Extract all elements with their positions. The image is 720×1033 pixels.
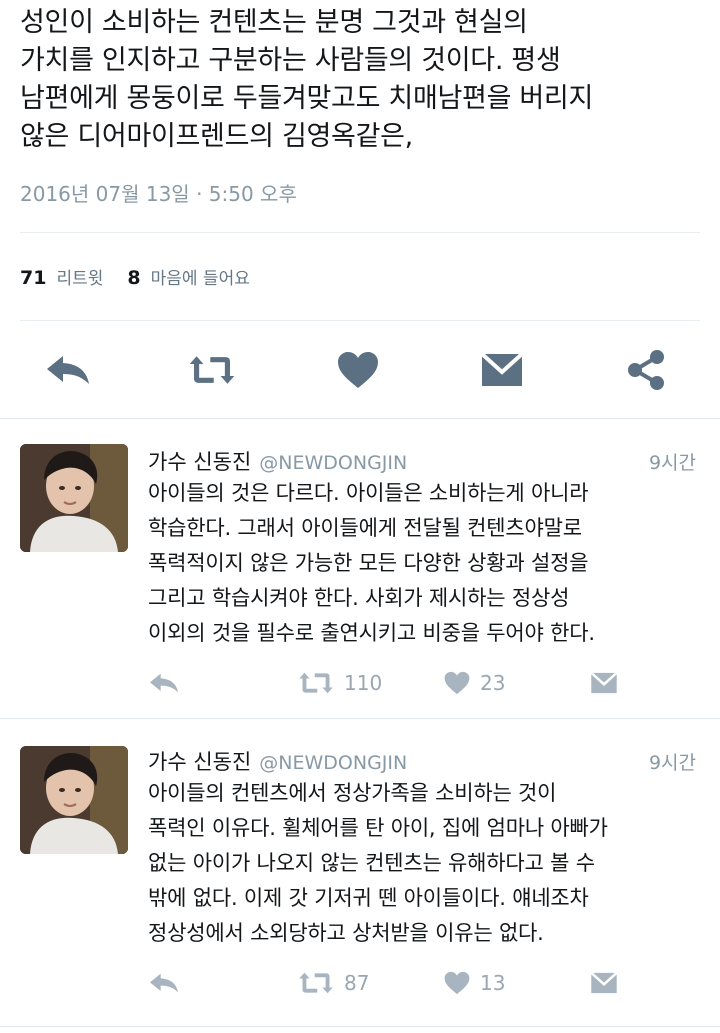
reply-time[interactable]: 9시간 bbox=[649, 448, 696, 475]
message-icon[interactable] bbox=[590, 968, 618, 998]
reply-author-handle[interactable]: @NEWDONGJIN bbox=[259, 752, 407, 774]
retweet-count[interactable]: 71 bbox=[20, 267, 46, 289]
divider bbox=[20, 320, 700, 321]
reply-retweet-count: 110 bbox=[344, 671, 383, 695]
message-icon[interactable] bbox=[478, 346, 526, 394]
reply-tweet: 가수 신동진 @NEWDONGJIN 9시간 아이들의 컨텐츠에서 정상가족을 … bbox=[0, 718, 720, 1028]
reply-header: 가수 신동진 @NEWDONGJIN bbox=[148, 446, 407, 476]
avatar[interactable] bbox=[20, 444, 128, 552]
retweet-button[interactable]: 110 bbox=[298, 668, 382, 698]
heart-icon[interactable] bbox=[334, 346, 382, 394]
tweet-timestamp[interactable]: 2016년 07월 13일 · 5:50 오후 bbox=[20, 178, 297, 207]
retweet-icon[interactable] bbox=[188, 346, 236, 394]
retweet-icon bbox=[299, 672, 333, 694]
retweet-button[interactable]: 87 bbox=[298, 968, 369, 998]
divider bbox=[20, 232, 700, 233]
reply-author-name[interactable]: 가수 신동진 bbox=[148, 746, 251, 776]
tweet-stats: 71 리트윗 8 마음에 들어요 bbox=[20, 264, 274, 289]
message-icon[interactable] bbox=[590, 668, 618, 698]
reply-text: 아이들의 것은 다르다. 아이들은 소비하는게 아니라 학습한다. 그래서 아이… bbox=[148, 481, 595, 645]
section-separator bbox=[0, 1026, 720, 1027]
reply-like-count: 13 bbox=[480, 971, 506, 995]
reply-header: 가수 신동진 @NEWDONGJIN bbox=[148, 746, 407, 776]
reply-retweet-count: 87 bbox=[344, 971, 370, 995]
avatar[interactable] bbox=[20, 746, 128, 854]
retweet-icon bbox=[299, 972, 333, 994]
retweet-label[interactable]: 리트윗 bbox=[56, 264, 103, 289]
like-count[interactable]: 8 bbox=[127, 267, 140, 289]
reply-action-bar: 87 13 bbox=[148, 968, 628, 998]
reply-like-count: 23 bbox=[480, 671, 506, 695]
like-button[interactable]: 13 bbox=[444, 968, 505, 998]
reply-text: 아이들의 컨텐츠에서 정상가족을 소비하는 것이 폭력인 이유다. 휠체어를 탄… bbox=[148, 781, 608, 945]
like-label[interactable]: 마음에 들어요 bbox=[151, 264, 250, 289]
reply-tweet: 가수 신동진 @NEWDONGJIN 9시간 아이들의 것은 다르다. 아이들은… bbox=[0, 418, 720, 718]
reply-icon[interactable] bbox=[148, 668, 180, 698]
reply-author-handle[interactable]: @NEWDONGJIN bbox=[259, 452, 407, 474]
share-icon[interactable] bbox=[622, 346, 670, 394]
heart-icon bbox=[444, 971, 470, 995]
like-button[interactable]: 23 bbox=[444, 668, 505, 698]
main-tweet-text: 성인이 소비하는 컨텐츠는 분명 그것과 현실의 가치를 인지하고 구분하는 사… bbox=[20, 7, 594, 152]
reply-icon[interactable] bbox=[148, 968, 180, 998]
tweet-action-bar bbox=[0, 346, 720, 394]
reply-time[interactable]: 9시간 bbox=[649, 748, 696, 775]
reply-icon[interactable] bbox=[44, 346, 92, 394]
reply-author-name[interactable]: 가수 신동진 bbox=[148, 446, 251, 476]
reply-action-bar: 110 23 bbox=[148, 668, 628, 698]
heart-icon bbox=[444, 671, 470, 695]
